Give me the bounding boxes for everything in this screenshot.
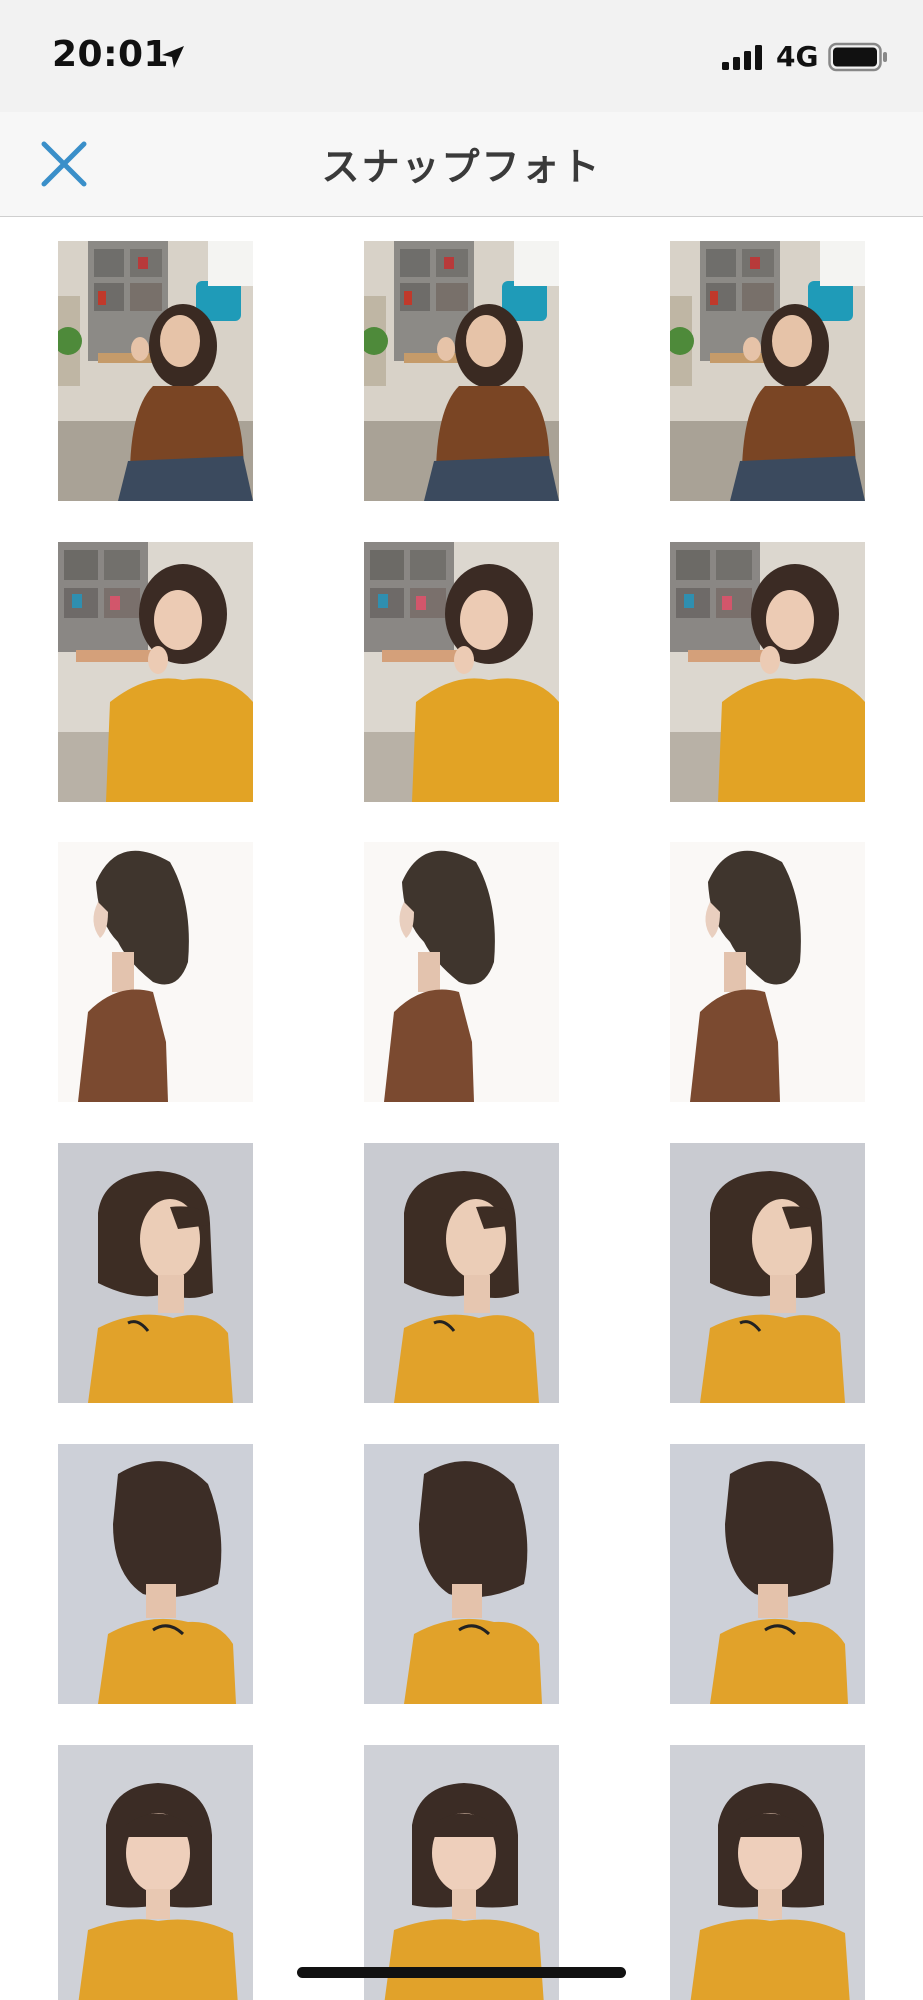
snap-photo-thumbnail[interactable] [58,241,253,501]
snap-photo-thumbnail[interactable] [364,842,559,1102]
snap-photo-thumbnail[interactable] [58,542,253,802]
snap-photo-thumbnail[interactable] [670,1444,865,1704]
network-type: 4G [776,40,819,73]
battery-icon [828,42,887,72]
photo-image [58,1444,253,1704]
snap-photo-thumbnail[interactable] [364,1444,559,1704]
snap-photo-thumbnail[interactable] [364,542,559,802]
snap-photo-thumbnail[interactable] [364,1143,559,1403]
snap-photo-thumbnail[interactable] [58,1143,253,1403]
photo-image [364,241,559,501]
photo-image [58,842,253,1102]
photo-image [670,1444,865,1704]
snap-photo-thumbnail[interactable] [58,842,253,1102]
photo-image [364,1745,559,2000]
status-bar: 20:01 4G [0,0,923,112]
photo-image [670,542,865,802]
snap-photo-thumbnail[interactable] [670,1143,865,1403]
snap-photo-thumbnail[interactable] [670,842,865,1102]
navigation-bar: スナップフォト [0,112,923,217]
photo-image [58,1143,253,1403]
photo-image [670,241,865,501]
photo-image [364,542,559,802]
photo-image [670,842,865,1102]
photo-image [364,1444,559,1704]
home-indicator [297,1967,626,1978]
snap-photo-grid [0,217,923,2000]
snap-photo-thumbnail[interactable] [58,1444,253,1704]
signal-bars-icon [722,45,762,70]
page-title: スナップフォト [321,145,602,189]
photo-image [58,1745,253,2000]
photo-image [364,1143,559,1403]
photo-image [670,1745,865,2000]
snap-photo-thumbnail[interactable] [364,241,559,501]
photo-image [58,542,253,802]
snap-photo-thumbnail[interactable] [670,241,865,501]
location-arrow-icon [162,46,184,68]
snap-photo-thumbnail[interactable] [670,542,865,802]
snap-photo-thumbnail[interactable] [670,1745,865,2000]
photo-image [670,1143,865,1403]
photo-image [364,842,559,1102]
status-time: 20:01 [52,34,170,75]
snap-photo-thumbnail[interactable] [364,1745,559,2000]
photo-image [58,241,253,501]
snap-photo-thumbnail[interactable] [58,1745,253,2000]
